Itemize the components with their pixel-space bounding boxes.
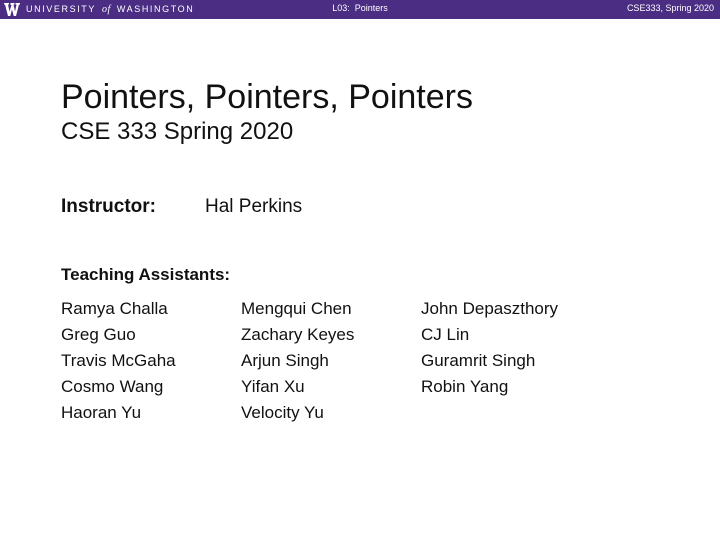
ta-name: CJ Lin	[421, 325, 470, 344]
ta-name: Haoran Yu	[61, 403, 142, 422]
ta-name: Zachary Keyes	[241, 325, 355, 344]
header-bar: UNIVERSITY of WASHINGTON L03: Pointers C…	[0, 0, 720, 19]
course-label: CSE333, Spring 2020	[626, 3, 714, 13]
ta-column-2: Mengqui Chen Zachary Keyes Arjun Singh Y…	[241, 296, 354, 426]
slide-title: Pointers, Pointers, Pointers	[61, 78, 473, 116]
ta-name: Guramrit Singh	[421, 351, 536, 370]
instructor-name: Hal Perkins	[205, 196, 303, 217]
ta-column-1: Ramya Challa Greg Guo Travis McGaha Cosm…	[61, 296, 176, 426]
ta-name: Cosmo Wang	[61, 377, 164, 396]
ta-name: Robin Yang	[421, 377, 509, 396]
ta-name: Yifan Xu	[241, 377, 305, 396]
ta-name: Velocity Yu	[241, 403, 324, 422]
ta-name: Travis McGaha	[61, 351, 176, 370]
ta-name: Greg Guo	[61, 325, 136, 344]
ta-name: Arjun Singh	[241, 351, 329, 370]
ta-name: Mengqui Chen	[241, 299, 352, 318]
lecture-label: L03: Pointers	[332, 3, 388, 13]
ta-name: John Depaszthory	[421, 299, 559, 318]
slide-subtitle: CSE 333 Spring 2020	[61, 118, 294, 145]
ta-column-3: John Depaszthory CJ Lin Guramrit Singh R…	[421, 296, 558, 400]
instructor-label: Instructor:	[61, 196, 156, 217]
ta-label: Teaching Assistants:	[61, 265, 231, 284]
ta-name: Ramya Challa	[61, 299, 168, 318]
slide: UNIVERSITY of WASHINGTON L03: Pointers C…	[0, 0, 720, 540]
